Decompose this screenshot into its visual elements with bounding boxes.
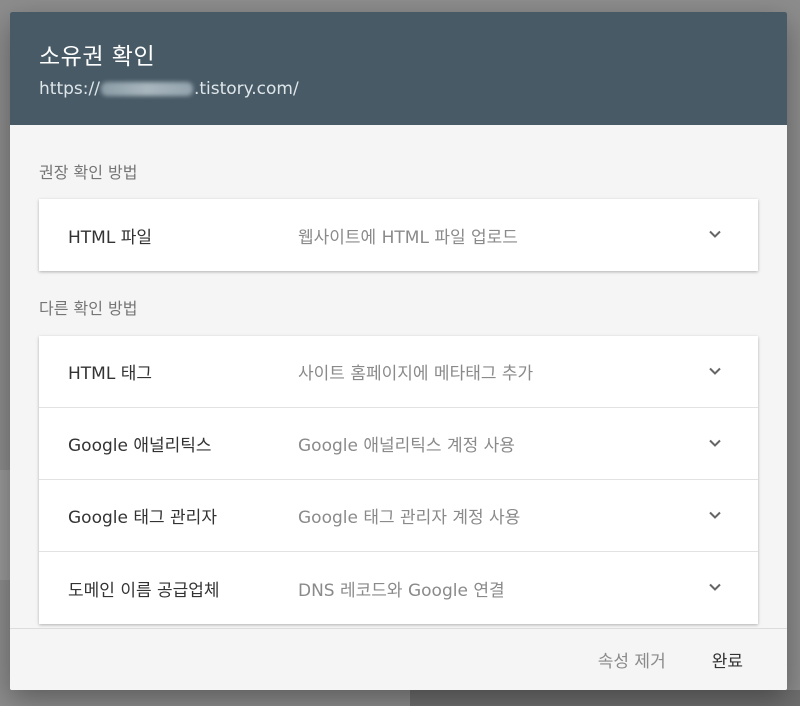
done-button[interactable]: 완료 xyxy=(708,641,747,678)
method-description: Google 태그 관리자 계정 사용 xyxy=(298,508,521,528)
chevron-down-icon[interactable] xyxy=(708,436,722,450)
method-google-tag-manager[interactable]: Google 태그 관리자 Google 태그 관리자 계정 사용 xyxy=(39,480,758,552)
method-html-tag[interactable]: HTML 태그 사이트 홈페이지에 메타태그 추가 xyxy=(39,336,758,408)
method-google-analytics[interactable]: Google 애널리틱스 Google 애널리틱스 계정 사용 xyxy=(39,408,758,480)
method-domain-provider[interactable]: 도메인 이름 공급업체 DNS 레코드와 Google 연결 xyxy=(39,552,758,624)
dialog-footer: 속성 제거 완료 xyxy=(10,628,787,690)
method-title: HTML 파일 xyxy=(68,227,152,248)
chevron-down-icon[interactable] xyxy=(708,364,722,378)
dialog-title: 소유권 확인 xyxy=(39,44,156,70)
method-description: Google 애널리틱스 계정 사용 xyxy=(298,436,515,456)
chevron-down-icon[interactable] xyxy=(708,508,722,522)
method-title: 도메인 이름 공급업체 xyxy=(68,580,220,601)
method-description: 사이트 홈페이지에 메타태그 추가 xyxy=(298,364,534,384)
ownership-verification-dialog: 소유권 확인 https:// .tistory.com/ 권장 확인 방법 H… xyxy=(10,12,787,690)
method-title: Google 애널리틱스 xyxy=(68,436,212,456)
redacted-text xyxy=(100,82,193,96)
method-html-file[interactable]: HTML 파일 웹사이트에 HTML 파일 업로드 xyxy=(39,199,758,271)
method-description: DNS 레코드와 Google 연결 xyxy=(298,580,505,601)
url-suffix: .tistory.com/ xyxy=(193,79,299,99)
method-description: 웹사이트에 HTML 파일 업로드 xyxy=(298,227,518,248)
property-url: https:// .tistory.com/ xyxy=(39,78,787,100)
method-title: HTML 태그 xyxy=(68,364,152,384)
url-prefix: https:// xyxy=(39,79,100,99)
recommended-methods-label: 권장 확인 방법 xyxy=(39,163,138,182)
background-panel xyxy=(410,690,800,706)
method-title: Google 태그 관리자 xyxy=(68,508,217,528)
dialog-body: 권장 확인 방법 HTML 파일 웹사이트에 HTML 파일 업로드 다른 확인… xyxy=(10,125,787,628)
other-methods-list: HTML 태그 사이트 홈페이지에 메타태그 추가 Google 애널리틱스 G… xyxy=(39,336,758,624)
remove-property-button[interactable]: 속성 제거 xyxy=(594,641,670,678)
dialog-header: 소유권 확인 https:// .tistory.com/ xyxy=(10,12,787,125)
other-methods-label: 다른 확인 방법 xyxy=(39,299,138,318)
background-panel xyxy=(0,470,10,580)
chevron-down-icon[interactable] xyxy=(708,580,722,594)
recommended-methods-list: HTML 파일 웹사이트에 HTML 파일 업로드 xyxy=(39,199,758,271)
chevron-down-icon[interactable] xyxy=(708,227,722,241)
